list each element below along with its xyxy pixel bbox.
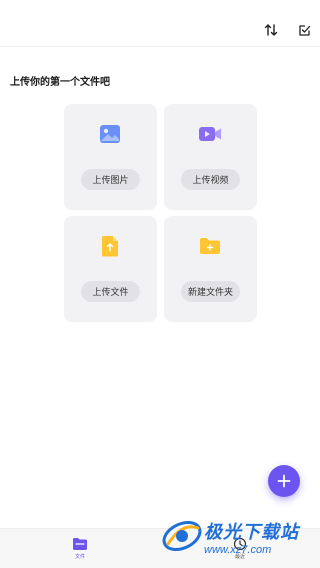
nav-item-files[interactable]: 文件 (60, 537, 100, 560)
new-folder-label[interactable]: 新建文件夹 (181, 281, 240, 302)
nav-label-files: 文件 (74, 554, 85, 560)
folder-icon (73, 538, 87, 550)
page-heading: 上传你的第一个文件吧 (10, 77, 110, 88)
upload-image-label[interactable]: 上传图片 (81, 169, 140, 190)
new-folder-card[interactable]: 新建文件夹 (164, 216, 257, 322)
folder-plus-icon (198, 234, 222, 258)
video-icon (198, 122, 222, 146)
image-icon (98, 122, 122, 146)
upload-video-label[interactable]: 上传视频 (181, 169, 240, 190)
upload-file-label[interactable]: 上传文件 (81, 281, 140, 302)
checkbox-edit-icon[interactable] (296, 22, 312, 38)
plus-icon (277, 474, 291, 488)
document-icon (98, 234, 122, 258)
watermark-logo-icon (162, 520, 202, 552)
watermark: 极光下载站 www.xz7.com (160, 512, 318, 564)
upload-file-card[interactable]: 上传文件 (64, 216, 157, 322)
sort-arrows-icon[interactable] (263, 22, 279, 38)
top-bar (0, 0, 320, 47)
upload-video-card[interactable]: 上传视频 (164, 104, 257, 210)
watermark-url: www.xz7.com (204, 544, 272, 556)
watermark-title: 极光下载站 (204, 522, 299, 542)
upload-image-card[interactable]: 上传图片 (64, 104, 157, 210)
add-button[interactable] (268, 465, 300, 497)
